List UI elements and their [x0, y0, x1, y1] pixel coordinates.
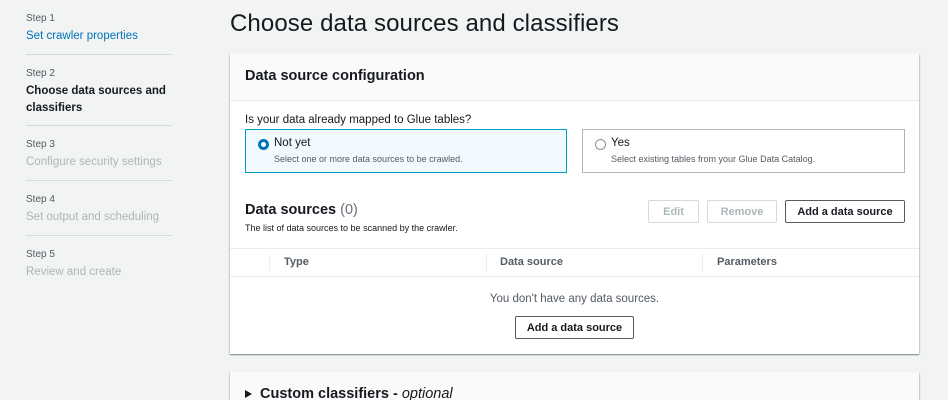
caret-right-icon — [245, 390, 252, 398]
step-1-number: Step 1 — [26, 13, 55, 24]
add-data-source-button[interactable]: Add a data source — [785, 200, 905, 223]
column-header-parameters[interactable]: Parameters — [717, 256, 777, 268]
yes-title: Yes — [611, 137, 630, 149]
step-2-label: Choose data sources and classifiers — [26, 85, 166, 114]
not-yet-description: Select one or more data sources to be cr… — [274, 154, 463, 164]
yes-description: Select existing tables from your Glue Da… — [611, 154, 816, 164]
data-source-configuration-panel: Data source configuration Is your data a… — [230, 54, 919, 354]
step-5-label: Review and create — [26, 266, 122, 278]
step-3-label: Configure security settings — [26, 156, 162, 168]
step-4-label: Set output and scheduling — [26, 211, 159, 223]
step-4: Step 4 Set output and scheduling — [26, 194, 172, 236]
yes-radio[interactable] — [595, 139, 606, 150]
step-3-number: Step 3 — [26, 139, 55, 150]
step-1: Step 1 Set crawler properties — [26, 13, 172, 55]
step-2-number: Step 2 — [26, 68, 55, 79]
custom-classifiers-title: Custom classifiers - optional — [260, 386, 453, 400]
data-sources-count: (0) — [340, 202, 358, 218]
step-5: Step 5 Review and create — [26, 249, 172, 291]
column-divider[interactable] — [702, 254, 703, 271]
mapping-question: Is your data already mapped to Glue tabl… — [245, 114, 472, 126]
custom-classifiers-label: Custom classifiers - — [260, 386, 402, 400]
empty-state-text: You don't have any data sources. — [489, 293, 660, 305]
column-header-data-source[interactable]: Data source — [500, 256, 563, 268]
panel-title: Data source configuration — [245, 68, 425, 84]
step-3: Step 3 Configure security settings — [26, 139, 172, 181]
option-yes-tile[interactable]: Yes Select existing tables from your Glu… — [582, 129, 905, 173]
data-sources-description: The list of data sources to be scanned b… — [245, 223, 458, 233]
data-sources-table-header: Type Data source Parameters — [230, 248, 919, 277]
column-divider[interactable] — [486, 254, 487, 271]
not-yet-title: Not yet — [274, 137, 311, 149]
data-sources-title: Data sources — [245, 202, 337, 218]
data-sources-heading: Data sources (0) — [245, 202, 358, 218]
optional-label: optional — [401, 386, 453, 400]
custom-classifiers-expander[interactable]: Custom classifiers - optional — [230, 372, 919, 400]
edit-button[interactable]: Edit — [648, 200, 699, 223]
step-2: Step 2 Choose data sources and classifie… — [26, 68, 172, 126]
page-title: Choose data sources and classifiers — [230, 10, 620, 37]
panel-header: Data source configuration — [230, 54, 919, 101]
step-4-number: Step 4 — [26, 194, 55, 205]
not-yet-radio[interactable] — [258, 139, 269, 150]
option-not-yet-tile[interactable]: Not yet Select one or more data sources … — [245, 129, 567, 173]
step-1-link[interactable]: Set crawler properties — [26, 28, 172, 45]
column-divider — [269, 254, 270, 271]
add-data-source-empty-button[interactable]: Add a data source — [515, 316, 634, 339]
remove-button[interactable]: Remove — [707, 200, 777, 223]
column-header-type[interactable]: Type — [284, 256, 309, 268]
step-5-number: Step 5 — [26, 249, 55, 260]
